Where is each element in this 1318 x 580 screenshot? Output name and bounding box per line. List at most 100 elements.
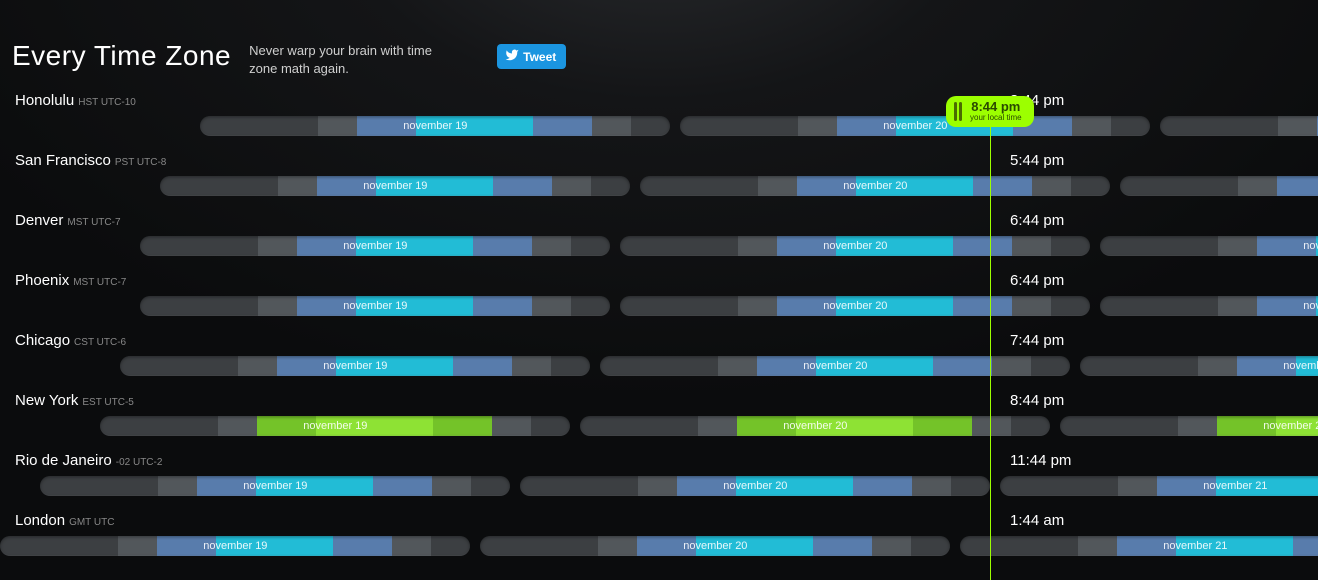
day-bar: november 21 <box>1100 236 1318 256</box>
timezone-row: New YorkEST UTC-58:44 pmnovember 19novem… <box>0 388 1318 448</box>
day-bar: november 20 <box>580 416 1050 436</box>
day-bar: november 21 <box>960 536 1318 556</box>
day-label: november 19 <box>140 296 610 316</box>
tz-code: MST UTC-7 <box>67 217 120 228</box>
tagline: Never warp your brain with time zone mat… <box>249 40 439 78</box>
time-track[interactable]: november 19 november 20 november 21 <box>0 356 1318 376</box>
day-label: november 21 <box>1060 416 1318 436</box>
city-name: Rio de Janeiro <box>15 452 112 469</box>
timezone-row: PhoenixMST UTC-76:44 pmnovember 19novemb… <box>0 268 1318 328</box>
day-label: november 21 <box>1160 116 1318 136</box>
day-bar: november 20 <box>480 536 950 556</box>
timezone-row: LondonGMT UTC1:44 amnovember 19november … <box>0 508 1318 568</box>
day-label: november 20 <box>580 416 1050 436</box>
time-track[interactable]: november 19 november 20 november 21 <box>0 116 1318 136</box>
tz-code: GMT UTC <box>69 517 114 528</box>
day-label: november 19 <box>40 476 510 496</box>
now-time-handle[interactable]: 8:44 pm your local time <box>946 96 1034 127</box>
day-bar: november 20 <box>620 296 1090 316</box>
tz-code: MST UTC-7 <box>73 277 126 288</box>
day-label: november 19 <box>0 536 470 556</box>
city-label: Rio de Janeiro -02 UTC-2 <box>15 452 162 469</box>
timezone-row: San Francisco PST UTC-8 5:44 pm november 19… <box>0 148 1318 208</box>
day-label: november 20 <box>520 476 990 496</box>
city-name: Honolulu <box>15 92 74 109</box>
day-label: november 20 <box>680 116 1150 136</box>
day-label: november 19 <box>200 116 670 136</box>
day-bar: november 19 <box>40 476 510 496</box>
time-track[interactable]: november 19 november 20 november 21 <box>0 296 1318 316</box>
now-time: 8:44 pm <box>971 100 1020 113</box>
day-bar: november 21 <box>1000 476 1318 496</box>
city-name: New York <box>15 392 78 409</box>
day-bar: november 19 <box>100 416 570 436</box>
tweet-button[interactable]: Tweet <box>497 44 566 69</box>
local-time: 1:44 am <box>1010 512 1064 529</box>
time-track[interactable]: november 19 november 20 november 21 <box>0 476 1318 496</box>
time-track[interactable]: november 19 november 20 november 21 <box>0 416 1318 436</box>
city-label: Honolulu HST UTC-10 <box>15 92 136 109</box>
day-bar: november 21 <box>1160 116 1318 136</box>
day-label: november 19 <box>100 416 570 436</box>
now-sub: your local time <box>970 113 1022 123</box>
drag-handle-icon <box>954 102 964 121</box>
time-track[interactable]: november 19 november 20 november 21 <box>0 176 1318 196</box>
day-bar: november 21 <box>1080 356 1318 376</box>
local-time: 8:44 pm <box>1010 392 1064 409</box>
day-bar: november 19 <box>160 176 630 196</box>
tz-code: PST UTC-8 <box>115 157 167 168</box>
day-label: november 20 <box>480 536 950 556</box>
day-label: november 20 <box>640 176 1110 196</box>
day-label: november 19 <box>120 356 590 376</box>
day-label: november 20 <box>620 296 1090 316</box>
day-bar: november 20 <box>680 116 1150 136</box>
local-time: 6:44 pm <box>1010 212 1064 229</box>
day-label: november 19 <box>160 176 630 196</box>
day-label: november 21 <box>1080 356 1318 376</box>
day-label: november 21 <box>1120 176 1318 196</box>
time-track[interactable]: november 19 november 20 november 21 <box>0 236 1318 256</box>
day-bar: november 20 <box>520 476 990 496</box>
city-name: Phoenix <box>15 272 69 289</box>
day-label: november 21 <box>1100 236 1318 256</box>
tz-code: EST UTC-5 <box>82 397 134 408</box>
city-label: San Francisco PST UTC-8 <box>15 152 166 169</box>
day-bar: november 19 <box>140 296 610 316</box>
local-time: 6:44 pm <box>1010 272 1064 289</box>
city-name: Chicago <box>15 332 70 349</box>
day-label: november 19 <box>140 236 610 256</box>
timezone-rows: HonoluluHST UTC-103:44 pmnovember 19nove… <box>0 88 1318 568</box>
day-label: november 21 <box>1100 296 1318 316</box>
city-label: Chicago CST UTC-6 <box>15 332 126 349</box>
city-label: LondonGMT UTC <box>15 512 114 529</box>
day-bar: november 20 <box>640 176 1110 196</box>
day-bar: november 20 <box>620 236 1090 256</box>
local-time: 11:44 pm <box>1010 452 1071 469</box>
day-label: november 21 <box>1000 476 1318 496</box>
local-time: 7:44 pm <box>1010 332 1064 349</box>
timezone-row: HonoluluHST UTC-103:44 pmnovember 19nove… <box>0 88 1318 148</box>
day-label: november 20 <box>620 236 1090 256</box>
local-time: 5:44 pm <box>1010 152 1064 169</box>
city-label: New York EST UTC-5 <box>15 392 134 409</box>
page-title: Every Time Zone <box>12 40 231 72</box>
day-bar: november 20 <box>600 356 1070 376</box>
tz-code: CST UTC-6 <box>74 337 126 348</box>
time-track[interactable]: november 19 november 20 november 21 <box>0 536 1318 556</box>
day-bar: november 21 <box>1100 296 1318 316</box>
day-label: november 21 <box>960 536 1318 556</box>
city-name: San Francisco <box>15 152 111 169</box>
tz-code: -02 UTC-2 <box>116 457 163 468</box>
day-bar: november 21 <box>1120 176 1318 196</box>
day-bar: november 19 <box>0 536 470 556</box>
tz-code: HST UTC-10 <box>78 97 136 108</box>
day-bar: november 19 <box>120 356 590 376</box>
day-bar: november 19 <box>200 116 670 136</box>
tweet-button-label: Tweet <box>523 50 556 64</box>
timezone-row: Rio de Janeiro -02 UTC-2 11:44 pm november … <box>0 448 1318 508</box>
timezone-row: ChicagoCST UTC-67:44 pmnovember 19novemb… <box>0 328 1318 388</box>
timezone-row: DenverMST UTC-76:44 pmnovember 19novembe… <box>0 208 1318 268</box>
city-label: Phoenix MST UTC-7 <box>15 272 126 289</box>
twitter-icon <box>505 48 519 65</box>
city-label: DenverMST UTC-7 <box>15 212 121 229</box>
